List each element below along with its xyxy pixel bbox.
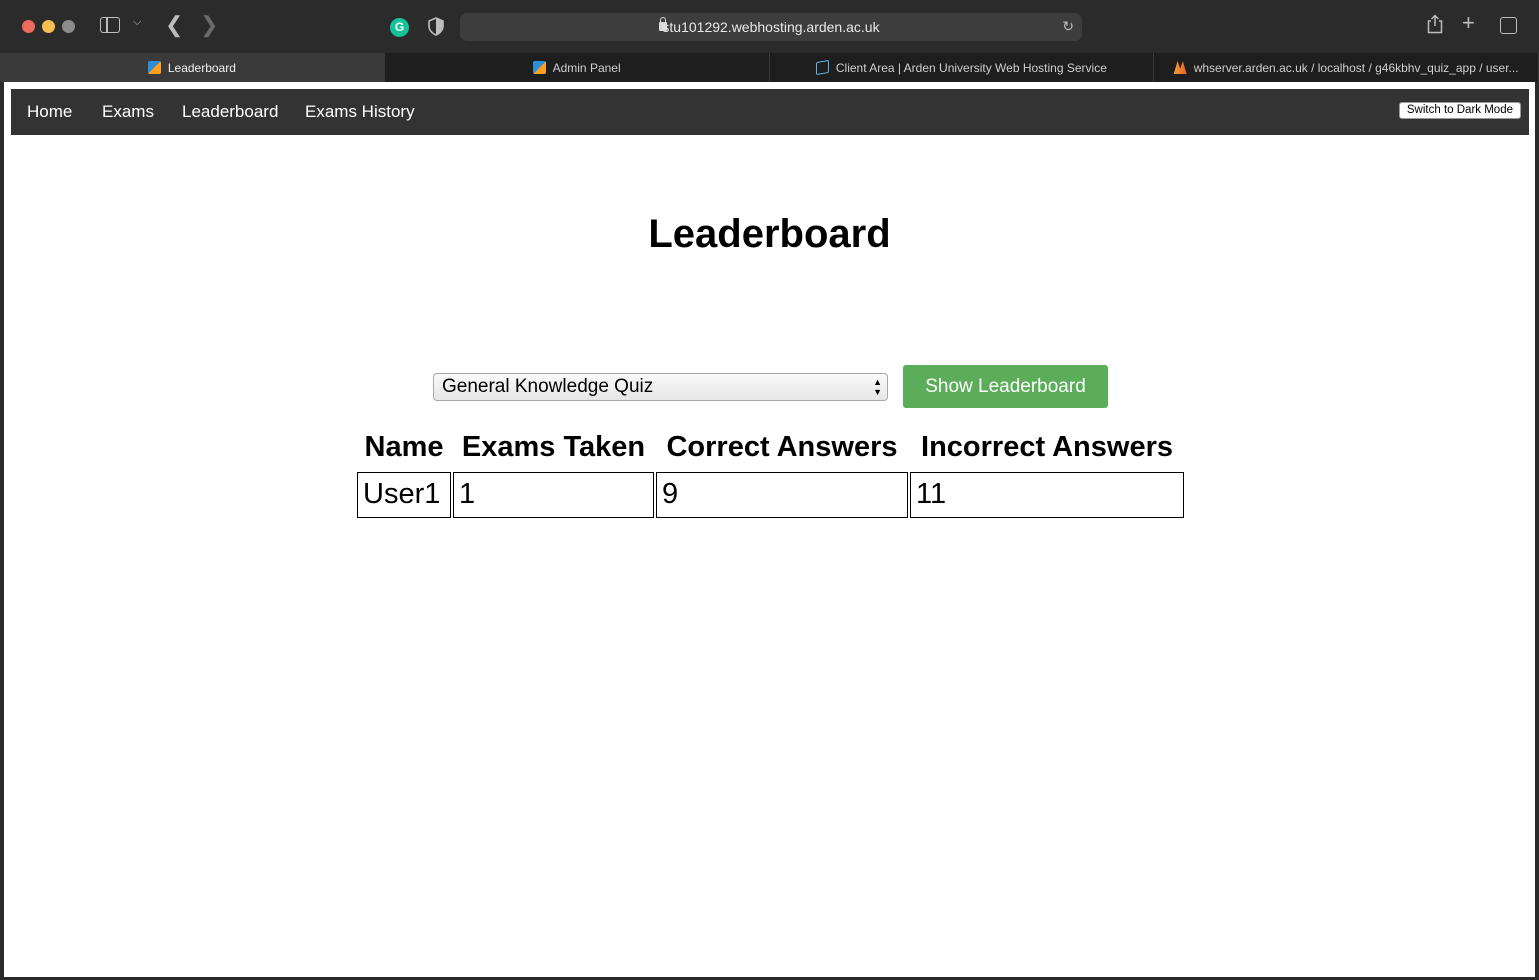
column-header-correct-answers: Correct Answers	[666, 431, 898, 463]
nav-exams-link[interactable]: Exams	[102, 102, 154, 122]
browser-titlebar: ⌵ ❮ ❯ G stu101292.webhosting.arden.ac.uk…	[0, 0, 1539, 53]
forward-arrow-icon[interactable]: ❯	[200, 14, 218, 36]
page-title: Leaderboard	[648, 212, 891, 256]
nav-exams-history-link[interactable]: Exams History	[305, 102, 415, 122]
column-header-name: Name	[364, 431, 444, 463]
tab-phpmyadmin[interactable]: whserver.arden.ac.uk / localhost / g46kb…	[1154, 53, 1539, 82]
show-leaderboard-button[interactable]: Show Leaderboard	[903, 365, 1108, 408]
zoom-window-button[interactable]	[62, 20, 75, 33]
cell-name: User1	[357, 472, 451, 518]
share-icon[interactable]	[1427, 14, 1443, 34]
cell-exams-taken: 1	[453, 472, 654, 518]
cube-favicon-icon	[815, 59, 829, 76]
quiz-select-value: General Knowledge Quiz	[442, 376, 654, 397]
grammarly-extension-icon[interactable]: G	[390, 18, 409, 37]
cell-incorrect-answers: 11	[910, 472, 1184, 518]
nav-leaderboard-link[interactable]: Leaderboard	[182, 102, 278, 122]
column-header-incorrect-answers: Incorrect Answers	[921, 431, 1173, 463]
tab-label: Client Area | Arden University Web Hosti…	[835, 60, 1107, 75]
tab-label: whserver.arden.ac.uk / localhost / g46kb…	[1193, 60, 1519, 75]
url-text: stu101292.webhosting.arden.ac.uk	[662, 19, 880, 35]
quiz-select[interactable]: General Knowledge Quiz ▲ ▼	[433, 373, 888, 401]
site-navbar: Home Exams Leaderboard Exams History Swi…	[11, 89, 1529, 135]
back-arrow-icon[interactable]: ❮	[165, 14, 183, 36]
address-bar[interactable]: stu101292.webhosting.arden.ac.uk ↻	[460, 13, 1082, 41]
privacy-shield-icon[interactable]	[428, 17, 444, 36]
sidebar-toggle-icon[interactable]	[100, 17, 120, 33]
tab-client-area[interactable]: Client Area | Arden University Web Hosti…	[770, 53, 1155, 82]
close-window-button[interactable]	[22, 20, 35, 33]
tab-overview-icon[interactable]	[1500, 17, 1517, 34]
leaderboard-favicon-icon	[532, 61, 546, 74]
select-arrows-icon: ▲ ▼	[873, 377, 882, 397]
dark-mode-toggle-button[interactable]: Switch to Dark Mode	[1398, 102, 1521, 119]
phpmyadmin-favicon-icon	[1173, 61, 1187, 74]
leaderboard-favicon-icon	[147, 61, 161, 74]
tab-label: Admin Panel	[552, 60, 621, 75]
table-row: User1 1 9 11	[357, 472, 1184, 518]
nav-home-link[interactable]: Home	[27, 102, 72, 122]
tab-admin-panel[interactable]: Admin Panel	[385, 53, 770, 82]
tab-leaderboard[interactable]: Leaderboard	[0, 53, 385, 82]
reload-icon[interactable]: ↻	[1062, 18, 1074, 35]
column-header-exams-taken: Exams Taken	[461, 431, 646, 463]
table-header-row: Name Exams Taken Correct Answers Incorre…	[357, 427, 1184, 470]
tab-label: Leaderboard	[167, 60, 236, 75]
tab-strip: Leaderboard Admin Panel Client Area | Ar…	[0, 53, 1539, 82]
leaderboard-table: Name Exams Taken Correct Answers Incorre…	[355, 425, 1186, 520]
page-viewport: Home Exams Leaderboard Exams History Swi…	[4, 82, 1535, 977]
cell-correct-answers: 9	[656, 472, 908, 518]
minimize-window-button[interactable]	[42, 20, 55, 33]
chevron-down-icon[interactable]: ⌵	[133, 17, 141, 28]
new-tab-icon[interactable]: +	[1462, 12, 1475, 34]
